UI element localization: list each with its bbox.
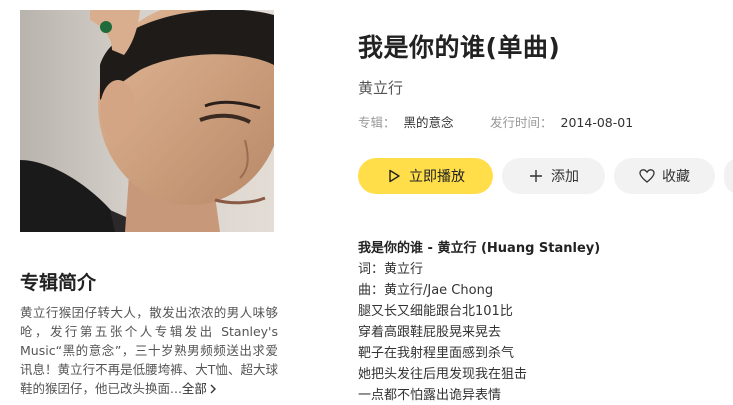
- lyrics-line: 一点都不怕露出诡异表情: [358, 388, 502, 403]
- chevron-right-icon: [210, 384, 216, 394]
- plus-icon: [530, 170, 542, 182]
- lyrics-line: 词：黄立行: [358, 262, 424, 277]
- heart-icon: [639, 169, 655, 183]
- album-title: 我是你的谁(单曲): [358, 33, 561, 62]
- lyrics-heading: 我是你的谁 - 黄立行 (Huang Stanley): [358, 241, 601, 256]
- intro-more-link[interactable]: 全部: [182, 381, 218, 396]
- album-intro-body: 黄立行猴囝仔转大人，散发出浓浓的男人味够呛，发行第五张个人专辑发出 Stanle…: [20, 305, 278, 396]
- add-button[interactable]: 添加: [502, 158, 605, 194]
- intro-more-label: 全部: [181, 381, 207, 396]
- album-cover-image: [20, 10, 274, 232]
- play-now-label: 立即播放: [409, 169, 465, 185]
- album-info: 专辑： 黑的意念: [358, 112, 454, 131]
- play-icon: [389, 169, 400, 183]
- favorite-label: 收藏: [662, 169, 690, 185]
- album-label: 专辑：: [358, 115, 396, 130]
- release-date-info: 发行时间： 2014-08-01: [490, 112, 633, 131]
- lyrics-line: 穿着高跟鞋屁股晃来晃去: [358, 325, 502, 340]
- album-intro-title: 专辑简介: [20, 272, 97, 294]
- release-date-value: 2014-08-01: [560, 115, 634, 130]
- lyrics-line: 腿又长又细能跟台北101比: [358, 304, 513, 319]
- lyrics-line: 她把头发往后甩发现我在狙击: [358, 367, 528, 382]
- album-intro-text: 黄立行猴囝仔转大人，散发出浓浓的男人味够呛，发行第五张个人专辑发出 Stanle…: [20, 303, 278, 398]
- lyrics-panel: 我是你的谁 - 黄立行 (Huang Stanley) 词：黄立行 曲：黄立行/…: [358, 238, 718, 405]
- more-actions-button[interactable]: [724, 158, 733, 194]
- album-cover[interactable]: [20, 10, 274, 232]
- lyrics-line: 靶子在我射程里面感到杀气: [358, 346, 515, 361]
- album-name-link[interactable]: 黑的意念: [404, 115, 454, 130]
- play-now-button[interactable]: 立即播放: [358, 158, 493, 194]
- favorite-button[interactable]: 收藏: [614, 158, 715, 194]
- artist-link[interactable]: 黄立行: [358, 77, 403, 98]
- release-date-label: 发行时间：: [490, 115, 553, 130]
- add-label: 添加: [551, 169, 579, 185]
- lyrics-line: 曲：黄立行/Jae Chong: [358, 283, 494, 298]
